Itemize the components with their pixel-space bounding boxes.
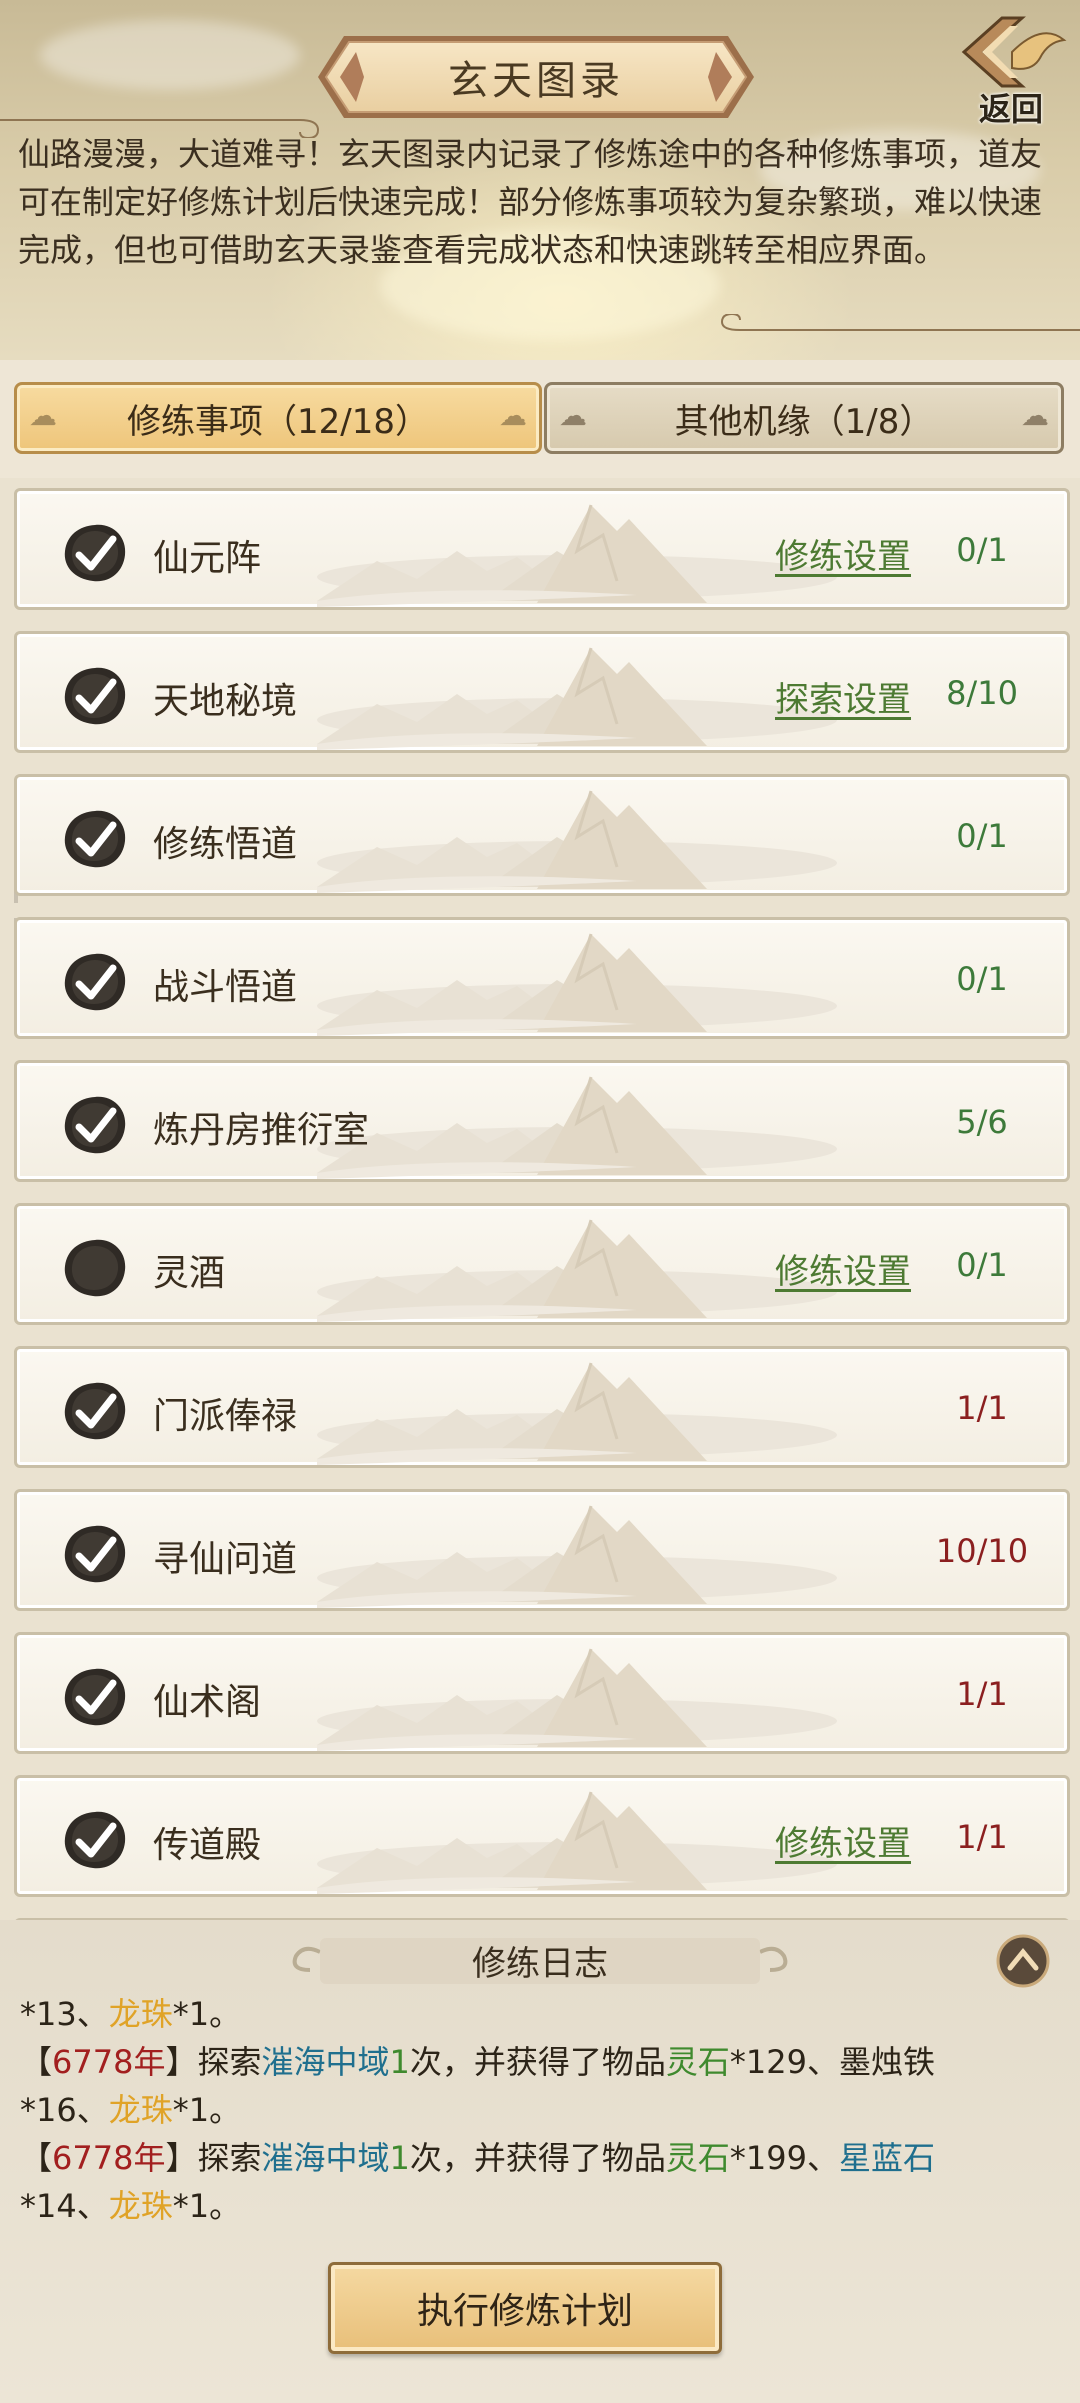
log-entries: *13、龙珠*1。 【6778年】探索漼海中域1次，并获得了物品灵石*129、墨…: [20, 1990, 1064, 2230]
task-progress: 0/1: [956, 960, 1008, 998]
task-progress: 1/1: [956, 1818, 1008, 1856]
log-text: *199、: [729, 2139, 839, 2177]
item-name: 灵石: [665, 2043, 730, 2081]
collapse-log-button[interactable]: [996, 1934, 1050, 1988]
item-name: 龙珠: [108, 1995, 173, 2033]
task-settings-link[interactable]: 探索设置: [775, 672, 911, 721]
check-icon[interactable]: [61, 950, 129, 1014]
place-name: 漼海中域: [261, 2043, 390, 2081]
log-year: 6778年: [52, 2043, 166, 2081]
log-line: *16、龙珠*1。: [20, 2086, 1064, 2134]
header: 玄天图录 返回 仙路漫漫，大道难寻！玄天图录内记录了修炼途中的各种修炼事项，道友…: [0, 0, 1080, 360]
back-button[interactable]: 返回: [952, 12, 1070, 128]
task-progress: 10/10: [935, 1532, 1029, 1570]
task-progress: 1/1: [956, 1389, 1008, 1427]
place-name: 漼海中域: [261, 2139, 390, 2177]
log-line: *13、龙珠*1。: [20, 1990, 1064, 2038]
log-text: 次，并获得了物品: [409, 2043, 666, 2081]
task-name: 传道殿: [153, 1825, 262, 1866]
tab-other-opportunities[interactable]: ☁ 其他机缘（1/8） ☁: [544, 382, 1064, 454]
execute-plan-button[interactable]: 执行修炼计划: [328, 2262, 722, 2354]
check-icon[interactable]: [61, 1093, 129, 1157]
log-text: 次，并获得了物品: [409, 2139, 666, 2177]
task-name: 门派俸禄: [153, 1396, 298, 1437]
cloud-ornament-right: [720, 314, 1080, 331]
log-text: *1。: [172, 2091, 242, 2129]
log-count: 1: [389, 2043, 410, 2081]
task-name: 炼丹房推衍室: [153, 1110, 370, 1151]
task-settings-link[interactable]: 修练设置: [775, 1816, 911, 1865]
log-text: *1。: [172, 1995, 242, 2033]
back-arrow-icon: [961, 16, 1067, 88]
log-text: *1。: [172, 2187, 242, 2225]
task-row[interactable]: 天地秘境 探索设置 8/10: [14, 631, 1070, 753]
task-name: 仙术阁: [153, 1682, 262, 1723]
check-icon[interactable]: [61, 1379, 129, 1443]
log-text: 】探索: [165, 2139, 262, 2177]
task-name: 战斗悟道: [153, 967, 298, 1008]
tab-label: 其他机缘（1/8）: [674, 401, 934, 442]
log-text: *13、: [20, 1995, 109, 2033]
log-line: 【6778年】探索漼海中域1次，并获得了物品灵石*129、墨烛铁: [20, 2038, 1064, 2086]
task-name: 仙元阵: [153, 538, 262, 579]
log-text: *16、: [20, 2091, 109, 2129]
check-icon[interactable]: [61, 1808, 129, 1872]
tab-cultivation-items[interactable]: ☁ 修练事项（12/18） ☁: [14, 382, 542, 454]
back-label: 返回: [978, 90, 1043, 128]
task-name: 寻仙问道: [153, 1539, 298, 1580]
task-progress: 1/1: [956, 1675, 1008, 1713]
task-row[interactable]: 仙元阵 修练设置 0/1: [14, 488, 1070, 610]
tab-bar: ☁ 修练事项（12/18） ☁ ☁ 其他机缘（1/8） ☁: [0, 360, 1080, 480]
task-row[interactable]: 门派俸禄 1/1: [14, 1346, 1070, 1468]
check-icon[interactable]: [61, 521, 129, 585]
task-list[interactable]: 仙元阵 修练设置 0/1 天地秘境 探索设置 8/10 修练悟道 0/1 战斗悟道 0/1 炼丹房推…: [0, 478, 1080, 1920]
item-name: 龙珠: [108, 2091, 173, 2129]
task-row[interactable]: 灵酒 修练设置 0/1: [14, 1203, 1070, 1325]
check-icon[interactable]: [61, 807, 129, 871]
task-row[interactable]: 寻仙问道 10/10: [14, 1489, 1070, 1611]
task-progress: 5/6: [956, 1103, 1008, 1141]
task-name: 天地秘境: [153, 681, 298, 722]
log-count: 1: [389, 2139, 410, 2177]
log-title: 修练日志: [472, 1944, 608, 1984]
log-text: *129、墨烛铁: [729, 2043, 935, 2081]
page-title: 玄天图录: [448, 58, 624, 104]
task-row[interactable]: 仙术阁 1/1: [14, 1632, 1070, 1754]
log-line: 【6778年】探索漼海中域1次，并获得了物品灵石*199、星蓝石: [20, 2134, 1064, 2182]
task-name: 灵酒: [153, 1253, 226, 1294]
log-year: 6778年: [52, 2139, 166, 2177]
item-name: 灵石: [665, 2139, 730, 2177]
task-row[interactable]: 修练悟道 0/1: [14, 774, 1070, 896]
task-name: 修练悟道: [153, 824, 298, 865]
chevron-up-icon: [996, 1934, 1050, 1988]
task-settings-link[interactable]: 修练设置: [775, 1244, 911, 1293]
intro-text: 仙路漫漫，大道难寻！玄天图录内记录了修炼途中的各种修炼事项，道友可在制定好修炼计…: [18, 135, 1043, 269]
check-icon[interactable]: [61, 1522, 129, 1586]
cloud-icon: ☁: [29, 399, 57, 432]
log-line: *14、龙珠*1。: [20, 2182, 1064, 2230]
task-settings-link[interactable]: 修练设置: [775, 529, 911, 578]
log-text: *14、: [20, 2187, 109, 2225]
tab-label: 修练事项（12/18）: [127, 401, 429, 442]
cloud-icon: ☁: [499, 399, 527, 432]
task-progress: 0/1: [956, 1246, 1008, 1284]
cloud-icon: ☁: [559, 399, 587, 432]
cloud-icon: ☁: [1021, 399, 1049, 432]
item-name: 龙珠: [108, 2187, 173, 2225]
title-plate: 玄天图录: [318, 32, 754, 122]
log-text: 【: [20, 2043, 53, 2081]
check-icon[interactable]: [61, 1665, 129, 1729]
task-progress: 0/1: [956, 817, 1008, 855]
task-row[interactable]: 传道殿 修练设置 1/1: [14, 1775, 1070, 1897]
task-row[interactable]: 炼丹房推衍室 5/6: [14, 1060, 1070, 1182]
task-progress: 8/10: [946, 674, 1018, 712]
task-progress: 0/1: [956, 531, 1008, 569]
task-row[interactable]: 战斗悟道 0/1: [14, 917, 1070, 1039]
log-text: 】探索: [165, 2043, 262, 2081]
log-text: 【: [20, 2139, 53, 2177]
item-name: 星蓝石: [838, 2139, 935, 2177]
check-icon[interactable]: [61, 664, 129, 728]
unchecked-icon[interactable]: [61, 1236, 129, 1300]
